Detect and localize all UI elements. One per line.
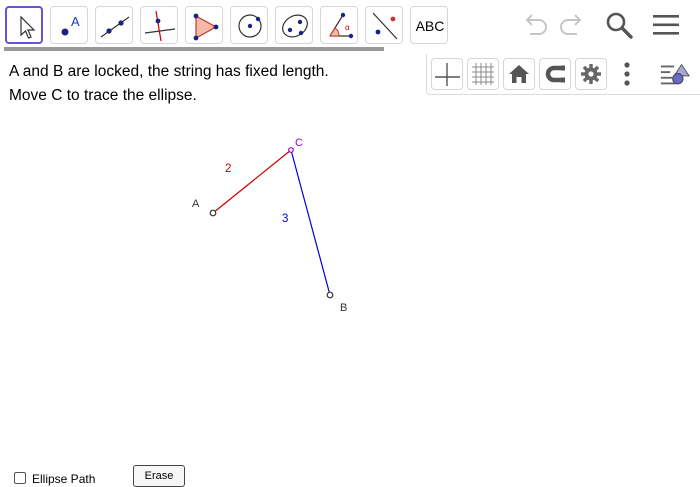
more-options-button[interactable] xyxy=(615,58,647,90)
tool-circle[interactable] xyxy=(230,6,268,44)
menu-icon xyxy=(653,15,679,35)
search-icon xyxy=(606,12,633,39)
redo-button[interactable] xyxy=(555,8,589,42)
circle-center-icon xyxy=(238,14,262,38)
point-c[interactable] xyxy=(288,147,294,153)
point-b-label: B xyxy=(340,302,347,314)
instructions-line-1: A and B are locked, the string has fixed… xyxy=(9,63,329,80)
line-icon xyxy=(100,16,130,38)
segment-cb-length-label: 3 xyxy=(282,213,288,225)
style-bar-toggle-button[interactable] xyxy=(659,58,691,90)
segment-ac-length-label: 2 xyxy=(225,163,231,175)
axes-icon xyxy=(435,63,460,86)
graphics-settings-button[interactable] xyxy=(575,58,607,90)
text-icon: ABC xyxy=(415,18,445,34)
graphics-style-bar xyxy=(426,54,700,95)
point-a[interactable] xyxy=(209,209,217,217)
perpendicular-line-icon xyxy=(144,10,176,42)
tool-reflect[interactable] xyxy=(365,6,403,44)
point-a-label: A xyxy=(192,198,200,210)
toggle-grid-button[interactable] xyxy=(467,58,499,90)
point-c-label: C xyxy=(295,137,303,149)
toolbar-progress-track xyxy=(4,47,384,51)
grid-icon xyxy=(472,63,494,85)
toggle-axes-button[interactable] xyxy=(431,58,463,90)
toolbar-progress-fill xyxy=(4,47,384,51)
more-vertical-icon xyxy=(624,62,630,86)
redo-icon xyxy=(560,14,582,35)
home-icon xyxy=(509,65,529,83)
magnet-icon xyxy=(545,65,565,83)
settings-icon xyxy=(581,64,601,84)
search-button[interactable] xyxy=(602,8,636,42)
toolbar: A α ABC xyxy=(0,0,700,52)
graphics-canvas[interactable]: A B C 2 3 xyxy=(0,96,700,480)
segment-ac[interactable] xyxy=(212,149,292,214)
move-arrow-icon xyxy=(20,15,36,39)
segment-cb[interactable] xyxy=(290,149,331,296)
point-capturing-button[interactable] xyxy=(539,58,571,90)
ellipse-path-checkbox-label: Ellipse Path xyxy=(32,472,96,486)
style-bar-toggle-icon xyxy=(660,63,690,85)
ellipse-icon xyxy=(282,14,308,38)
undo-button[interactable] xyxy=(518,8,552,42)
standard-view-button[interactable] xyxy=(503,58,535,90)
tool-angle[interactable]: α xyxy=(320,6,358,44)
ellipse-path-checkbox[interactable] xyxy=(14,472,26,484)
polygon-icon xyxy=(193,13,219,41)
point-b[interactable] xyxy=(326,291,334,299)
tool-polygon[interactable] xyxy=(185,6,223,44)
tool-text[interactable]: ABC xyxy=(410,6,448,44)
undo-icon xyxy=(525,14,547,35)
point-tool-label: A xyxy=(71,14,80,29)
construction-drawing: A B C 2 3 xyxy=(192,137,347,314)
point-icon: A xyxy=(61,14,80,36)
tool-line[interactable] xyxy=(95,6,133,44)
tool-ellipse[interactable] xyxy=(275,6,313,44)
tool-move[interactable] xyxy=(5,6,43,44)
reflect-icon xyxy=(372,12,398,40)
svg-text:α: α xyxy=(345,23,350,32)
angle-icon: α xyxy=(329,12,354,39)
main-menu-button[interactable] xyxy=(649,8,683,42)
erase-button[interactable]: Erase xyxy=(133,465,185,487)
tool-perpendicular[interactable] xyxy=(140,6,178,44)
tool-point[interactable]: A xyxy=(50,6,88,44)
